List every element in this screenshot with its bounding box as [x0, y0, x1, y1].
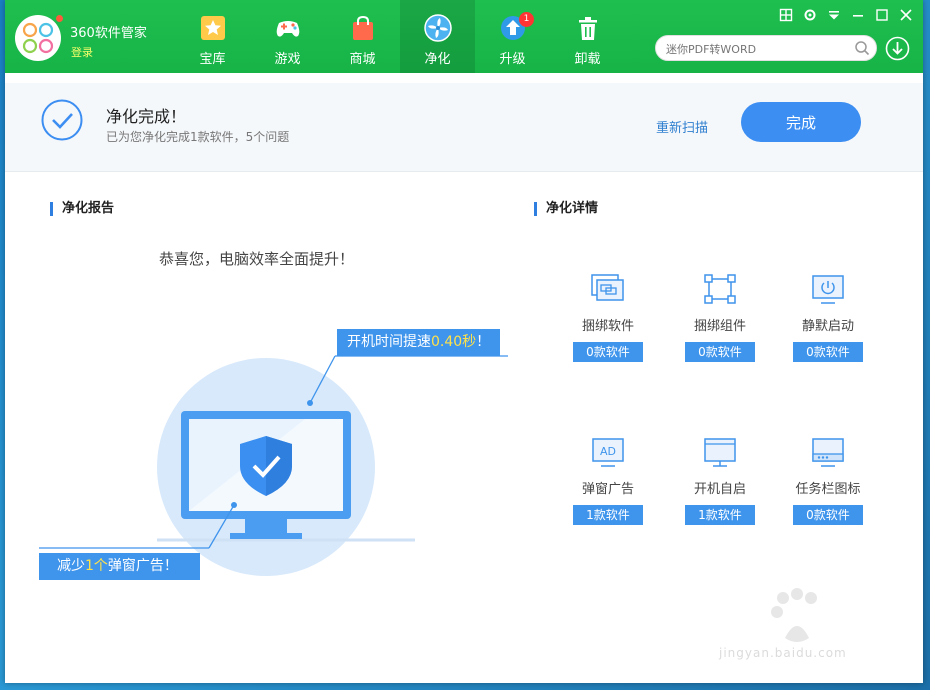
status-subtitle: 已为您净化完成1款软件，5个问题: [106, 130, 290, 144]
app-window: 360软件管家 登录 宝库 游戏 商城 净化 1 升级 卸载 迷你PDF转WOR…: [5, 0, 923, 683]
detail-label: 弹窗广告: [581, 482, 634, 497]
minimize-icon[interactable]: [851, 8, 865, 22]
treasure-star-icon: [200, 16, 225, 40]
nav-label: 宝库: [199, 52, 226, 67]
details-section-title: 净化详情: [534, 202, 598, 216]
nav-label: 净化: [424, 52, 451, 67]
detail-count-badge[interactable]: 0款软件: [793, 342, 863, 362]
detail-label: 任务栏图标: [795, 482, 861, 497]
detail-count-badge[interactable]: 0款软件: [573, 342, 643, 362]
detail-taskbar-icons: 任务栏图标 0款软件: [790, 436, 866, 525]
rescan-link[interactable]: 重新扫描: [656, 117, 708, 136]
download-manager-icon[interactable]: [885, 36, 910, 61]
close-icon[interactable]: [899, 8, 913, 22]
detail-count-badge[interactable]: 0款软件: [793, 505, 863, 525]
complete-check-icon: [41, 99, 83, 141]
autostart-icon: [704, 438, 736, 467]
logo-notification-dot: [56, 15, 63, 22]
search-icon[interactable]: [854, 40, 870, 56]
detail-label: 捆绑软件: [581, 319, 634, 334]
nav-label: 卸载: [574, 52, 601, 67]
nav-purify[interactable]: 净化: [400, 0, 475, 73]
ads-count-value: 1个: [85, 558, 108, 574]
ads-reduced-callout: 减少1个弹窗广告！: [39, 553, 200, 580]
nav-games[interactable]: 游戏: [250, 0, 325, 73]
nav-upgrade[interactable]: 1 升级: [475, 0, 550, 73]
baidu-paw-logo-icon: [771, 588, 817, 642]
detail-label: 捆绑组件: [693, 319, 746, 334]
report-section-title: 净化报告: [50, 202, 114, 216]
bundled-software-icon: [591, 274, 624, 301]
brand-name: 360软件管家: [70, 26, 147, 41]
nav-store[interactable]: 商城: [325, 0, 400, 73]
watermark-url: jingyan.baidu.com: [719, 646, 847, 660]
shield-check-icon: [240, 436, 292, 496]
ads-callout-suffix: 弹窗广告！: [107, 558, 178, 574]
search-input[interactable]: [666, 40, 846, 58]
detail-autostart: 开机自启 1款软件: [682, 436, 758, 525]
skin-grid-icon[interactable]: [779, 8, 793, 22]
upgrade-count-badge: 1: [519, 12, 534, 27]
shopping-bag-icon: [352, 15, 373, 40]
search-box: [655, 35, 877, 61]
boot-callout-prefix: 开机时间提速: [347, 334, 431, 350]
silent-start-icon: [812, 275, 844, 304]
detail-count-badge[interactable]: 0款软件: [685, 342, 755, 362]
taskbar-icon: [812, 438, 844, 467]
trash-icon: [578, 17, 597, 40]
popup-ad-icon: AD: [592, 438, 624, 467]
boot-speedup-callout: 开机时间提速0.40秒！: [337, 329, 501, 356]
detail-count-badge[interactable]: 1款软件: [573, 505, 643, 525]
status-panel: 净化完成！ 已为您净化完成1款软件，5个问题 重新扫描 完成: [5, 83, 923, 172]
detail-silent-start: 静默启动 0款软件: [790, 273, 866, 362]
menu-dropdown-icon[interactable]: [827, 8, 841, 22]
detail-label: 静默启动: [801, 319, 854, 334]
detail-bundled-component: 捆绑组件 0款软件: [682, 273, 758, 362]
done-button[interactable]: 完成: [741, 102, 861, 142]
header-bar: 360软件管家 登录 宝库 游戏 商城 净化 1 升级 卸载 迷你PDF转WOR…: [5, 0, 923, 73]
baidu-jingyan-watermark: jingyan.baidu.com: [705, 588, 895, 668]
login-link[interactable]: 登录: [71, 44, 93, 60]
nav-label: 游戏: [274, 52, 301, 67]
boot-callout-suffix: ！: [476, 334, 491, 350]
ads-callout-prefix: 减少: [57, 558, 85, 574]
main-nav: 宝库 游戏 商城 净化 1 升级 卸载: [175, 0, 625, 73]
detail-label: 开机自启: [693, 482, 746, 497]
maximize-icon[interactable]: [875, 8, 889, 22]
nav-uninstall[interactable]: 卸载: [550, 0, 625, 73]
bundled-component-icon: [704, 274, 736, 304]
gamepad-icon: [276, 21, 299, 37]
settings-gear-icon[interactable]: [803, 8, 817, 22]
status-title: 净化完成！: [106, 107, 187, 126]
detail-count-badge[interactable]: 1款软件: [685, 505, 755, 525]
app-logo: [15, 15, 63, 61]
flower-logo-icon: [22, 22, 54, 54]
nav-label: 升级: [499, 52, 526, 67]
congrats-message: 恭喜您，电脑效率全面提升！: [159, 250, 355, 268]
window-controls: [779, 8, 913, 22]
detail-popup-ads: AD 弹窗广告 1款软件: [570, 436, 646, 525]
ad-icon-text: AD: [600, 445, 616, 458]
purify-fan-icon: [423, 14, 452, 42]
detail-bundled-software: 捆绑软件 0款软件: [570, 273, 646, 362]
nav-label: 商城: [349, 52, 376, 67]
nav-treasure[interactable]: 宝库: [175, 0, 250, 73]
boot-time-value: 0.40秒: [431, 334, 477, 350]
